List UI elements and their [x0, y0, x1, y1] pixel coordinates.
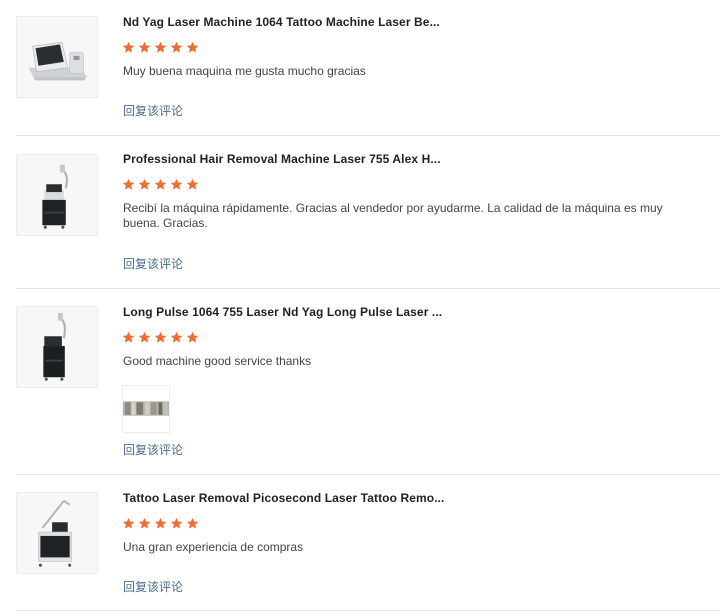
star-icon — [122, 331, 135, 343]
review-photo[interactable] — [122, 385, 170, 433]
divider — [16, 288, 720, 289]
review-comment: Good machine good service thanks — [123, 354, 312, 368]
reply-link[interactable]: 回复该评论 — [123, 441, 183, 458]
star-icon — [186, 41, 199, 53]
product-title[interactable]: Long Pulse 1064 755 Laser Nd Yag Long Pu… — [123, 305, 442, 319]
divider — [16, 474, 720, 475]
rating-stars — [122, 517, 199, 533]
product-thumbnail[interactable] — [16, 154, 98, 236]
product-title[interactable]: Nd Yag Laser Machine 1064 Tattoo Machine… — [123, 15, 440, 29]
divider — [16, 135, 720, 136]
review-photo-image — [123, 386, 169, 432]
star-icon — [138, 178, 151, 190]
star-icon — [138, 331, 151, 343]
star-icon — [154, 331, 167, 343]
tabletop-laser-machine-icon — [17, 17, 97, 97]
product-title[interactable]: Professional Hair Removal Machine Laser … — [123, 152, 441, 166]
product-thumbnail[interactable] — [16, 16, 98, 98]
review-comment: Muy buena maquina me gusta mucho gracias — [123, 64, 366, 78]
rating-stars — [122, 41, 199, 57]
star-icon — [170, 331, 183, 343]
star-icon — [170, 178, 183, 190]
star-icon — [154, 178, 167, 190]
divider — [16, 610, 720, 611]
rating-stars — [122, 331, 199, 347]
star-icon — [170, 517, 183, 529]
product-thumbnail[interactable] — [16, 492, 98, 574]
star-icon — [154, 517, 167, 529]
star-icon — [138, 41, 151, 53]
tower-laser-machine-icon — [17, 155, 97, 235]
product-thumbnail[interactable] — [16, 306, 98, 388]
star-icon — [122, 517, 135, 529]
reply-link[interactable]: 回复该评论 — [123, 255, 183, 272]
star-icon — [122, 41, 135, 53]
star-icon — [154, 41, 167, 53]
tower-laser-machine-icon — [17, 307, 97, 387]
product-title[interactable]: Tattoo Laser Removal Picosecond Laser Ta… — [123, 491, 445, 505]
review-comment: Recibí la máquina rápidamente. Gracias a… — [123, 201, 663, 230]
star-icon — [122, 178, 135, 190]
star-icon — [138, 517, 151, 529]
rating-stars — [122, 178, 199, 194]
reply-link[interactable]: 回复该评论 — [123, 578, 183, 595]
star-icon — [186, 178, 199, 190]
star-icon — [186, 517, 199, 529]
review-comment: Una gran experiencia de compras — [123, 540, 304, 554]
arm-laser-machine-icon — [17, 493, 97, 573]
star-icon — [170, 41, 183, 53]
star-icon — [186, 331, 199, 343]
reply-link[interactable]: 回复该评论 — [123, 102, 183, 119]
